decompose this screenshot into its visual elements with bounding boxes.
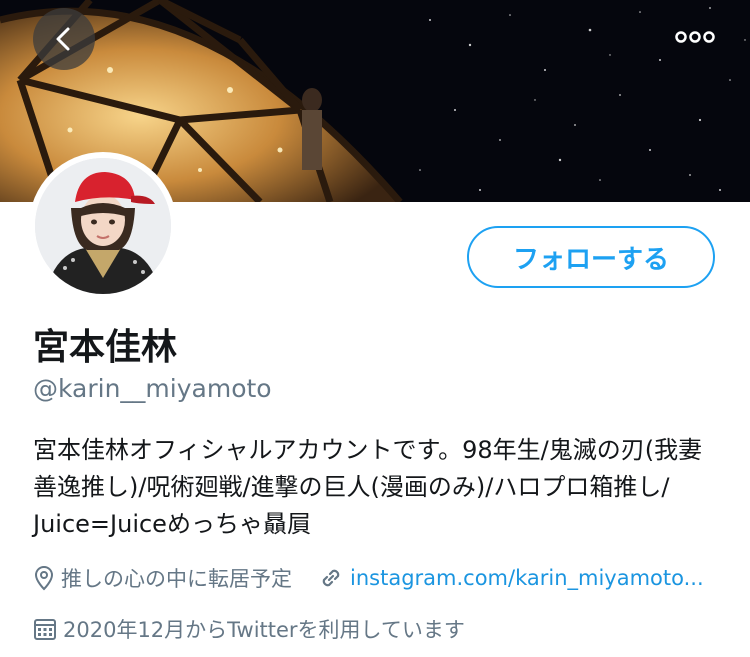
profile-joined-date: 2020年12月からTwitterを利用しています — [63, 618, 465, 642]
profile-name: 宮本佳林 — [33, 327, 178, 368]
more-options-button[interactable] — [670, 22, 720, 52]
calendar-icon — [34, 619, 56, 640]
bio-line: 宮本佳林オフィシャルアカウントです。98年生/鬼滅の刃(我妻 — [33, 436, 703, 464]
avatar[interactable] — [29, 152, 177, 300]
more-horizontal-icon — [675, 31, 715, 43]
profile-joined-row: 2020年12月からTwitterを利用しています — [33, 614, 465, 644]
back-button[interactable] — [33, 8, 95, 70]
profile-handle: @karin__miyamoto — [33, 374, 272, 403]
follow-button[interactable]: フォローする — [467, 226, 715, 288]
link-icon — [322, 569, 340, 587]
profile-location: 推しの心の中に転居予定 — [61, 567, 292, 591]
profile-website-link[interactable]: instagram.com/karin_miyamoto... — [350, 566, 704, 590]
profile-meta-row: 推しの心の中に転居予定 instagram.com/karin_miyamoto… — [33, 563, 704, 593]
bio-line: Juice=Juiceめっちゃ贔屓 — [33, 510, 311, 538]
bio-line: 善逸推し)/呪術廻戦/進撃の巨人(漫画のみ)/ハロプロ箱推し/ — [33, 473, 670, 501]
avatar-image — [35, 158, 171, 294]
location-pin-icon — [34, 565, 54, 591]
chevron-left-icon — [56, 27, 70, 51]
profile-bio: 宮本佳林オフィシャルアカウントです。98年生/鬼滅の刃(我妻 善逸推し)/呪術廻… — [33, 432, 723, 543]
